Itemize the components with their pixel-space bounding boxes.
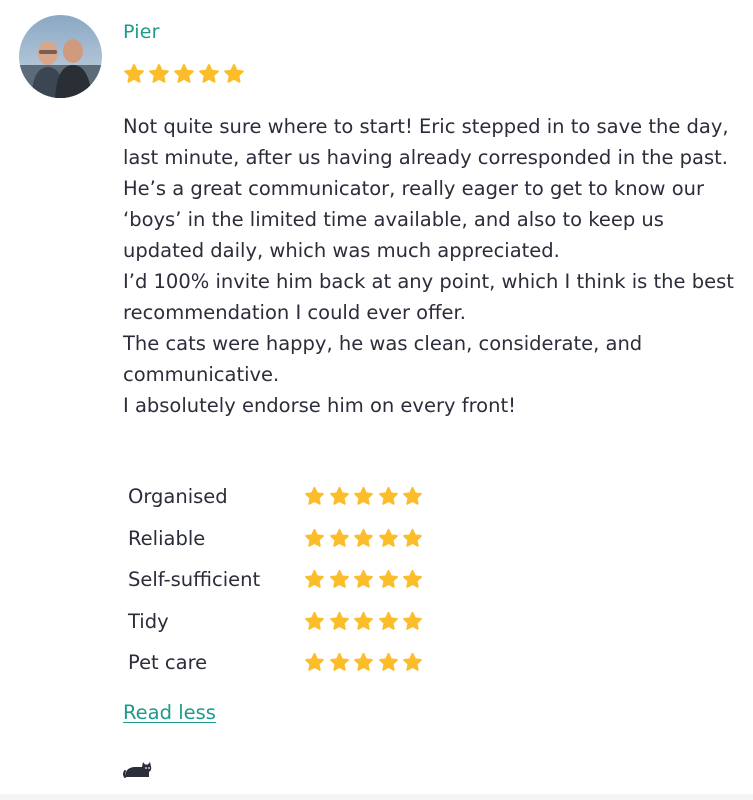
rating-row-self-sufficient: Self-sufficient [128, 559, 488, 601]
cat-icon [123, 757, 153, 779]
star-icon [378, 487, 398, 506]
rating-row-pet-care: Pet care [128, 642, 488, 684]
star-icon [199, 64, 219, 83]
rating-row-organised: Organised [128, 476, 488, 518]
star-icon [378, 611, 398, 630]
star-icon [354, 487, 373, 506]
rating-stars [304, 486, 423, 507]
star-icon [354, 653, 373, 672]
star-icon [305, 570, 324, 589]
star-icon [403, 653, 422, 672]
star-icon [378, 653, 398, 672]
star-icon [354, 570, 373, 589]
star-icon [149, 64, 169, 83]
rating-label: Tidy [128, 609, 169, 633]
review-paragraph: He’s a great communicator, really eager … [123, 177, 705, 262]
star-icon [403, 487, 422, 506]
star-icon [354, 611, 373, 630]
star-icon [329, 653, 349, 672]
rating-label: Organised [128, 485, 228, 509]
review-paragraph: The cats were happy, he was clean, consi… [123, 332, 643, 386]
star-icon [403, 611, 422, 630]
review-text: Not quite sure where to start! Eric step… [123, 111, 738, 421]
review-paragraph: I’d 100% invite him back at any point, w… [123, 270, 734, 324]
review-card: Pier Not quite sure where to start! Eric… [0, 0, 753, 800]
star-icon [305, 528, 324, 547]
star-icon [403, 570, 422, 589]
review-paragraph: I absolutely endorse him on every front! [123, 394, 516, 417]
star-icon [174, 64, 194, 83]
reviewer-name: Pier [123, 21, 160, 43]
star-icon [378, 528, 398, 547]
rating-row-tidy: Tidy [128, 601, 488, 643]
star-icon [403, 528, 422, 547]
avatar[interactable] [19, 15, 102, 98]
star-icon [329, 570, 349, 589]
rating-stars [304, 652, 423, 673]
card-divider [0, 794, 753, 800]
rating-label: Reliable [128, 526, 206, 550]
overall-rating [123, 63, 245, 85]
star-icon [354, 528, 373, 547]
star-icon [378, 570, 398, 589]
category-ratings: Organised Reliable Self-sufficient Tidy … [128, 476, 488, 684]
star-icon [305, 487, 324, 506]
star-icon [329, 487, 349, 506]
rating-stars [304, 611, 423, 632]
rating-label: Pet care [128, 651, 208, 675]
star-icon [224, 64, 244, 83]
rating-stars [304, 569, 423, 590]
star-icon [329, 611, 349, 630]
read-less-link[interactable]: Read less [123, 701, 216, 724]
rating-stars [304, 528, 423, 549]
review-paragraph: Not quite sure where to start! Eric step… [123, 115, 729, 169]
star-icon [124, 64, 144, 83]
rating-label: Self-sufficient [128, 568, 261, 592]
rating-row-reliable: Reliable [128, 518, 488, 560]
star-icon [329, 528, 349, 547]
star-icon [305, 653, 324, 672]
star-icon [305, 611, 324, 630]
